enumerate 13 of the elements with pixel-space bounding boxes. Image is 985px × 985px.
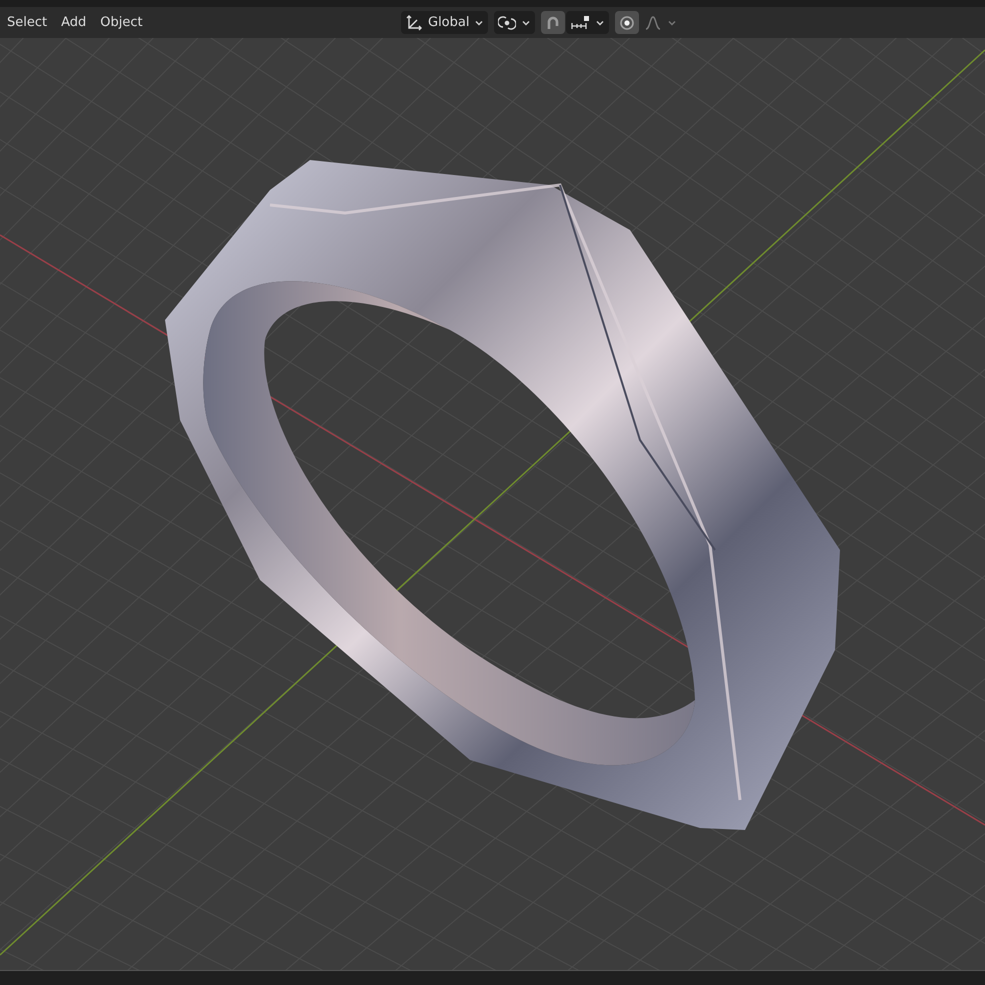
menu-item[interactable]: Select [0,11,54,34]
axes-icon [405,14,423,32]
snap-toggle[interactable] [541,11,566,34]
proportional-editing-toggle[interactable] [615,11,640,34]
transform-orientation-dropdown[interactable]: Global [401,11,488,34]
menu-item[interactable]: Object [93,11,150,34]
target-circle-icon [618,14,636,32]
pivot-point-dropdown[interactable] [494,11,536,34]
increment-icon [570,14,590,32]
snap-target-dropdown[interactable] [566,11,610,34]
bell-curve-icon [644,14,662,32]
linked-rings-icon [498,14,516,32]
menu-item[interactable]: Add [54,11,94,34]
